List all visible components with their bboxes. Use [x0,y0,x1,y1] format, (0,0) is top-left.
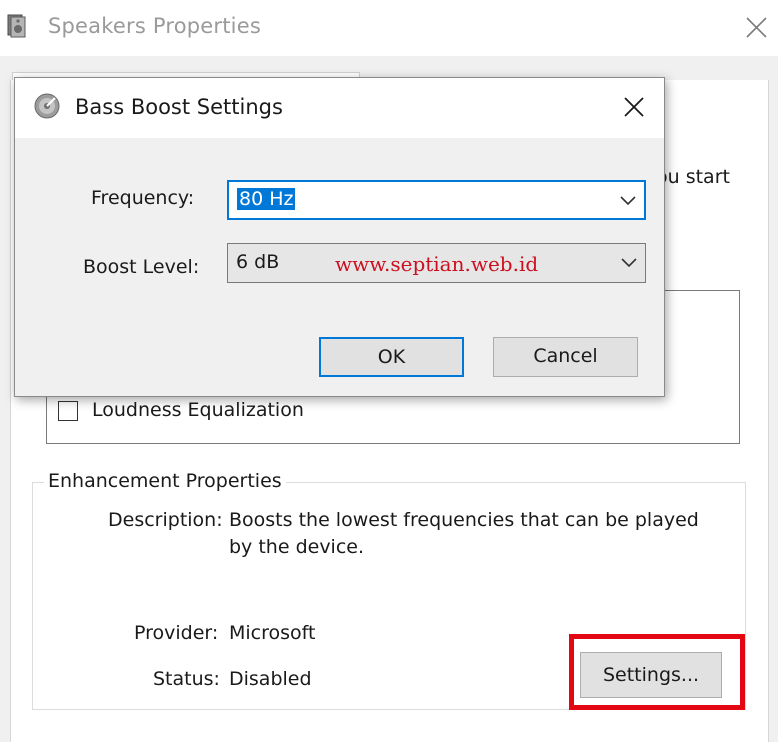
speaker-disc-icon [34,93,60,119]
intro-text: ou start [656,166,730,188]
close-icon[interactable] [738,10,774,44]
status-value: Disabled [229,668,312,690]
settings-highlight-box [569,634,745,710]
enhancement-properties-heading: Enhancement Properties [44,470,286,492]
speaker-properties-icon [7,14,26,38]
frequency-dropdown[interactable]: 80 Hz [227,180,646,220]
bass-boost-dialog: Bass Boost Settings Frequency: 80 Hz Boo… [14,77,665,397]
watermark-text: www.septian.web.id [335,252,539,276]
chevron-down-icon[interactable] [620,255,638,269]
chevron-down-icon[interactable] [619,193,637,207]
window-title: Speakers Properties [48,14,261,38]
cancel-button[interactable]: Cancel [493,337,638,377]
frequency-label: Frequency: [91,187,195,209]
boost-level-label: Boost Level: [83,256,200,278]
ok-button[interactable]: OK [319,337,464,377]
loudness-equalization-checkbox[interactable] [58,401,78,421]
status-label: Status: [153,668,220,690]
description-value-line1: Boosts the lowest frequencies that can b… [229,509,699,531]
provider-label: Provider: [134,622,219,644]
dialog-title: Bass Boost Settings [75,95,283,119]
description-label: Description: [108,509,223,531]
boost-level-value: 6 dB [236,251,280,273]
loudness-equalization-label[interactable]: Loudness Equalization [92,399,304,421]
description-value-line2: by the device. [229,536,365,558]
close-icon[interactable] [617,92,649,122]
frequency-value: 80 Hz [237,188,296,210]
dialog-titlebar: Bass Boost Settings [15,78,664,138]
main-titlebar: Speakers Properties [0,0,778,56]
provider-value: Microsoft [229,622,316,644]
